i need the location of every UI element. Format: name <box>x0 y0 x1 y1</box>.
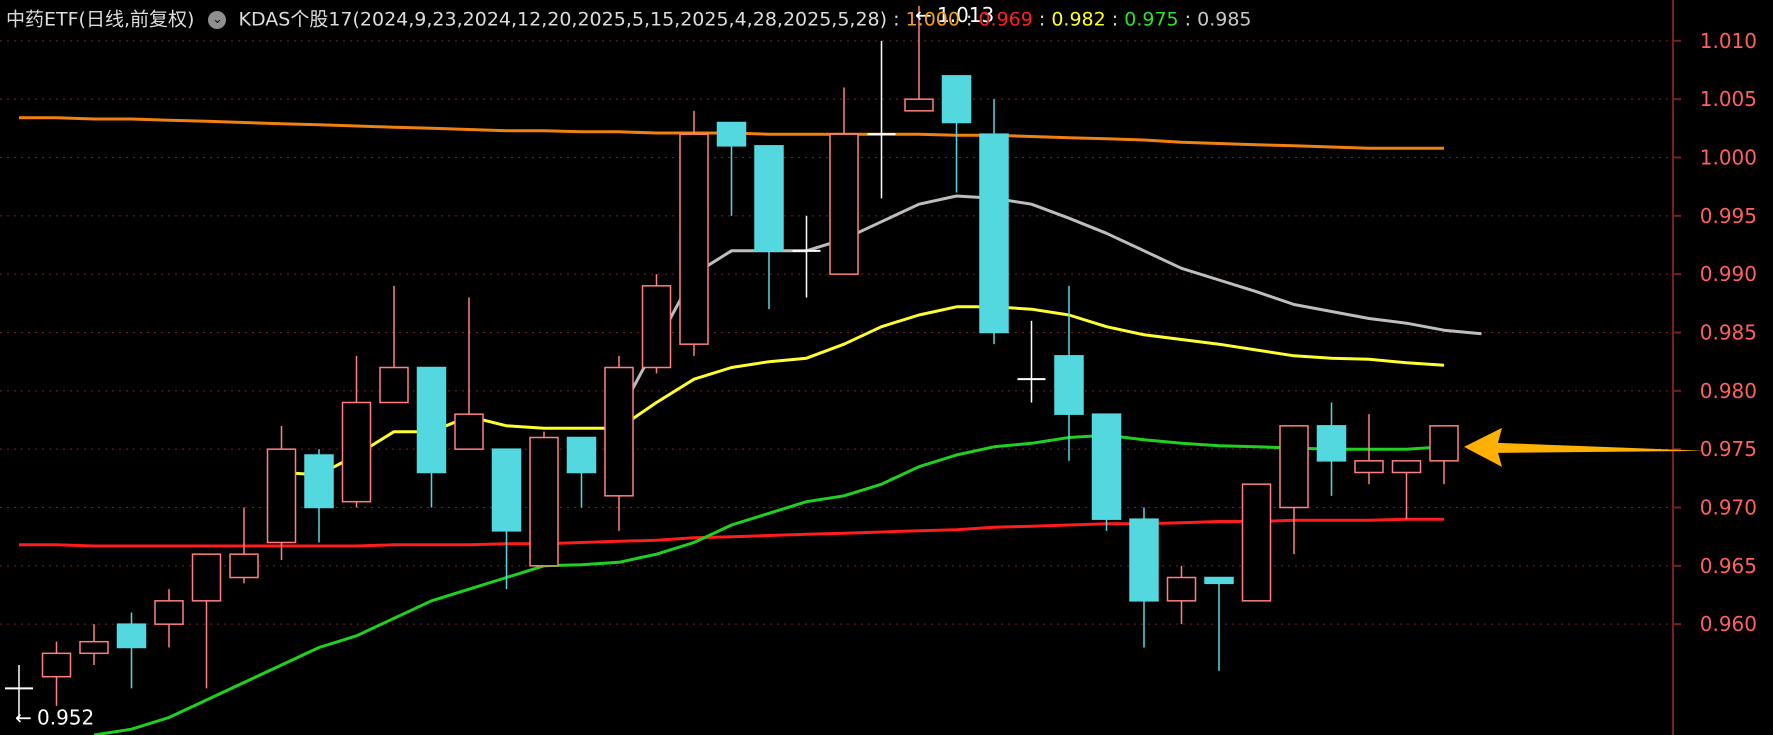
candle-down <box>416 366 447 474</box>
candle-up <box>1279 425 1309 509</box>
y-tick-label: 0.995 <box>1700 204 1757 228</box>
candle-up <box>154 600 184 625</box>
series-line-red <box>19 517 1444 548</box>
y-tick-label: 0.970 <box>1700 496 1757 520</box>
candle-up <box>604 366 634 497</box>
arrow-left-icon <box>1464 427 1705 467</box>
candle-down <box>979 133 1009 334</box>
candle-down <box>1204 576 1234 585</box>
candle-up <box>829 133 859 275</box>
y-tick-label: 0.960 <box>1700 612 1757 636</box>
legend-separator: : <box>959 8 979 31</box>
legend-separator: : <box>1105 8 1125 31</box>
candle-down <box>304 454 334 509</box>
candle-up <box>341 401 372 503</box>
candle-up <box>904 98 934 112</box>
series-line-green <box>93 433 1445 735</box>
candle-down <box>1091 413 1122 520</box>
candle-down <box>116 623 147 649</box>
y-tick-label: 1.005 <box>1700 87 1757 111</box>
indicator-values: : 1.000 : 0.969 : 0.982 : 0.975 : 0.985 <box>893 8 1252 31</box>
legend-value: 0.975 <box>1124 8 1179 31</box>
candle-down <box>1129 518 1159 602</box>
candle-down <box>1316 425 1347 462</box>
legend-separator: : <box>1178 8 1198 31</box>
candle-up <box>1391 460 1422 474</box>
y-tick-label: 0.975 <box>1700 437 1757 461</box>
y-tick-label: 1.010 <box>1700 29 1757 53</box>
candle-up <box>1354 460 1384 474</box>
candle-up <box>379 366 409 404</box>
y-tick-label: 0.990 <box>1700 262 1757 286</box>
legend-value: 0.982 <box>1051 8 1106 31</box>
chart-legend: 中药ETF(日线,前复权) ⌄ KDAS个股17(2024,9,23,2024,… <box>6 6 1252 32</box>
legend-separator: : <box>1032 8 1052 31</box>
candle-up <box>1241 483 1272 602</box>
y-tick-label: 0.965 <box>1700 554 1757 578</box>
series-line-gray <box>617 194 1482 415</box>
candle-up <box>1166 576 1197 602</box>
candle-down <box>941 75 972 124</box>
instrument-title: 中药ETF(日线,前复权) <box>6 8 195 31</box>
candle-up <box>641 285 672 369</box>
candle-up <box>266 448 297 544</box>
candle-down <box>1054 355 1084 415</box>
chevron-down-circle-icon[interactable]: ⌄ <box>208 10 227 29</box>
legend-value: 0.985 <box>1197 8 1252 31</box>
candle-up <box>191 553 222 602</box>
legend-value: 1.000 <box>905 8 960 31</box>
candle-down <box>716 121 747 147</box>
candle-up <box>229 553 259 579</box>
candle-up <box>529 436 559 567</box>
arrow-left-icon: ← <box>15 706 32 730</box>
candlestick-chart: 1.010 1.005 1.000 0.995 0.990 0.985 0.980 0.975… <box>0 0 1757 735</box>
legend-separator: : <box>893 8 906 31</box>
indicator-name: KDAS个股17(2024,9,23,2024,12,20,2025,5,15,… <box>238 8 888 31</box>
candle-down <box>754 145 784 252</box>
candle-up <box>454 413 484 450</box>
y-tick-label: 0.980 <box>1700 379 1757 403</box>
legend-value: 0.969 <box>978 8 1033 31</box>
low-label: 0.952 <box>37 706 94 730</box>
y-tick-label: 0.985 <box>1700 321 1757 345</box>
candle-down <box>566 436 597 474</box>
candle-down <box>491 448 522 532</box>
candle-up <box>1429 425 1459 462</box>
candle-up <box>41 652 72 678</box>
candle-up <box>679 133 709 345</box>
y-tick-label: 1.000 <box>1700 146 1757 170</box>
candle-up <box>79 640 109 655</box>
